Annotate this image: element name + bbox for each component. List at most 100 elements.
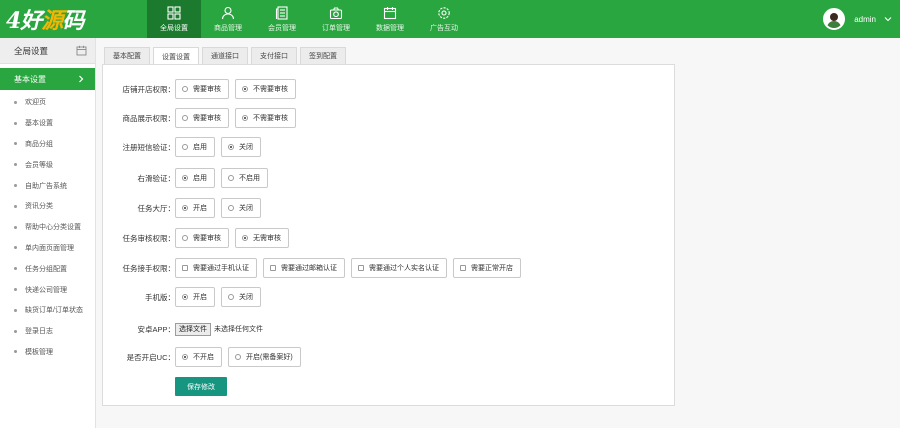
radio-icon [182, 235, 188, 241]
radio-icon [228, 294, 234, 300]
radio-checked-icon [182, 175, 188, 181]
radio-checked-icon [242, 115, 248, 121]
radio-icon [228, 205, 234, 211]
field-label: 店铺开店权限： [122, 84, 176, 94]
option-label: 不启用 [239, 175, 260, 182]
bullet-icon [14, 204, 17, 208]
sidebar-item[interactable]: 单内面页面管理 [0, 238, 95, 259]
sidebar-item[interactable]: 商品分组 [0, 134, 95, 155]
main-nav: 全局设置 商品管理 会员管理 订单管理 数据管理 广告互动 [147, 0, 471, 38]
nav-orders[interactable]: 订单管理 [309, 0, 363, 38]
bullet-icon [14, 329, 17, 333]
radio-option[interactable]: 关闭 [221, 198, 261, 218]
checkbox-option[interactable]: 需要通过个人实名认证 [351, 258, 447, 278]
checkbox-option[interactable]: 需要正常开店 [453, 258, 521, 278]
choose-file-button[interactable]: 选择文件 [175, 322, 211, 336]
nav-ads[interactable]: 广告互动 [417, 0, 471, 38]
sidebar-item[interactable]: 登录日志 [0, 321, 95, 342]
sidebar-item[interactable]: 基本设置 [0, 113, 95, 134]
sidebar-active-label: 基本设置 [14, 74, 46, 84]
nav-products[interactable]: 商品管理 [201, 0, 255, 38]
radio-checked-icon [242, 235, 248, 241]
sidebar-item[interactable]: 帮助中心分类设置 [0, 217, 95, 238]
option-label: 无需审核 [253, 235, 281, 242]
form-row-mobile: 手机版： 开启 关闭 [103, 286, 267, 308]
sidebar-header: 全局设置 [0, 38, 95, 64]
nav-members[interactable]: 会员管理 [255, 0, 309, 38]
radio-option[interactable]: 需要审核 [175, 108, 229, 128]
tab-channel-interface[interactable]: 通道接口 [202, 47, 248, 64]
sidebar-item[interactable]: 资讯分类 [0, 196, 95, 217]
nav-label: 数据管理 [376, 24, 404, 32]
option-label: 开启 [193, 205, 207, 212]
option-label: 不需要审核 [253, 86, 288, 93]
tab-signin-config[interactable]: 签到配置 [300, 47, 346, 64]
option-label: 不开启 [193, 354, 214, 361]
radio-option[interactable]: 无需审核 [235, 228, 289, 248]
checkbox-option[interactable]: 需要通过邮箱认证 [263, 258, 345, 278]
settings-tabs: 基本配置 设置设置 通道接口 支付接口 签到配置 [104, 47, 349, 65]
sidebar-item[interactable]: 快递公司管理 [0, 279, 95, 300]
nav-label: 广告互动 [430, 24, 458, 32]
radio-option[interactable]: 不开启 [175, 347, 222, 367]
nav-data[interactable]: 数据管理 [363, 0, 417, 38]
radio-option[interactable]: 关闭 [221, 287, 261, 307]
form-row-shop-open: 店铺开店权限： 需要审核 不需要审核 [103, 78, 302, 100]
sidebar-item[interactable]: 自助广告系统 [0, 175, 95, 196]
radio-checked-icon [228, 144, 234, 150]
field-label: 手机版： [145, 292, 175, 302]
tab-payment-interface[interactable]: 支付接口 [251, 47, 297, 64]
sidebar-item[interactable]: 任务分组配置 [0, 258, 95, 279]
field-label: 右滑验证： [137, 173, 176, 183]
logo[interactable]: 4好源码 [6, 4, 84, 34]
option-label: 关闭 [239, 205, 253, 212]
radio-option[interactable]: 需要审核 [175, 228, 229, 248]
calendar-icon[interactable] [76, 45, 87, 56]
save-button[interactable]: 保存修改 [175, 377, 227, 396]
tab-settings[interactable]: 设置设置 [153, 47, 199, 65]
sidebar-item[interactable]: 缺货订单/订单状态 [0, 300, 95, 321]
sidebar-item-basic-settings-active[interactable]: 基本设置 [0, 68, 95, 90]
logo-text-2: 源 [41, 8, 63, 34]
radio-option[interactable]: 不需要审核 [235, 108, 296, 128]
sidebar-title: 全局设置 [14, 45, 49, 56]
sidebar-list: 欢迎页 基本设置 商品分组 会员等级 自助广告系统 资讯分类 帮助中心分类设置 … [0, 92, 95, 362]
radio-option[interactable]: 开启 [175, 198, 215, 218]
form-row-task-review: 任务审核权限： 需要审核 无需审核 [103, 227, 295, 249]
option-label: 需要正常开店 [471, 265, 513, 272]
field-label: 注册短信验证： [122, 142, 176, 152]
nav-global-settings[interactable]: 全局设置 [147, 0, 201, 38]
radio-option[interactable]: 启用 [175, 137, 215, 157]
radio-option[interactable]: 开启 [175, 287, 215, 307]
camera-icon [329, 6, 343, 19]
user-icon [221, 6, 235, 19]
form-row-task-hall: 任务大厅： 开启 关闭 [103, 197, 267, 219]
nav-label: 全局设置 [160, 24, 188, 32]
radio-icon [182, 144, 188, 150]
field-label: 是否开启UC： [126, 352, 175, 362]
checkbox-icon [358, 265, 364, 271]
sidebar-item-label: 自助广告系统 [25, 182, 67, 190]
nav-label: 订单管理 [322, 24, 350, 32]
radio-option[interactable]: 关闭 [221, 137, 261, 157]
sidebar-item[interactable]: 会员等级 [0, 154, 95, 175]
sidebar-item[interactable]: 模板管理 [0, 342, 95, 363]
settings-panel: 店铺开店权限： 需要审核 不需要审核 商品展示权限： 需要审核 不需要审核 注册… [102, 64, 675, 406]
sidebar-item-label: 商品分组 [25, 140, 53, 148]
sidebar-item[interactable]: 欢迎页 [0, 92, 95, 113]
radio-option[interactable]: 不启用 [221, 168, 268, 188]
tab-basic-config[interactable]: 基本配置 [104, 47, 150, 64]
radio-option[interactable]: 需要审核 [175, 79, 229, 99]
checkbox-option[interactable]: 需要通过手机认证 [175, 258, 257, 278]
field-label: 任务审核权限： [122, 233, 176, 243]
option-label: 需要审核 [193, 115, 221, 122]
user-menu[interactable]: admin [823, 8, 892, 30]
option-label: 需要审核 [193, 86, 221, 93]
radio-option[interactable]: 启用 [175, 168, 215, 188]
bullet-icon [14, 288, 17, 292]
radio-option[interactable]: 开启(需备案好) [228, 347, 301, 367]
bullet-icon [14, 163, 17, 167]
checkbox-icon [182, 265, 188, 271]
sidebar-item-label: 基本设置 [25, 120, 53, 128]
radio-option[interactable]: 不需要审核 [235, 79, 296, 99]
